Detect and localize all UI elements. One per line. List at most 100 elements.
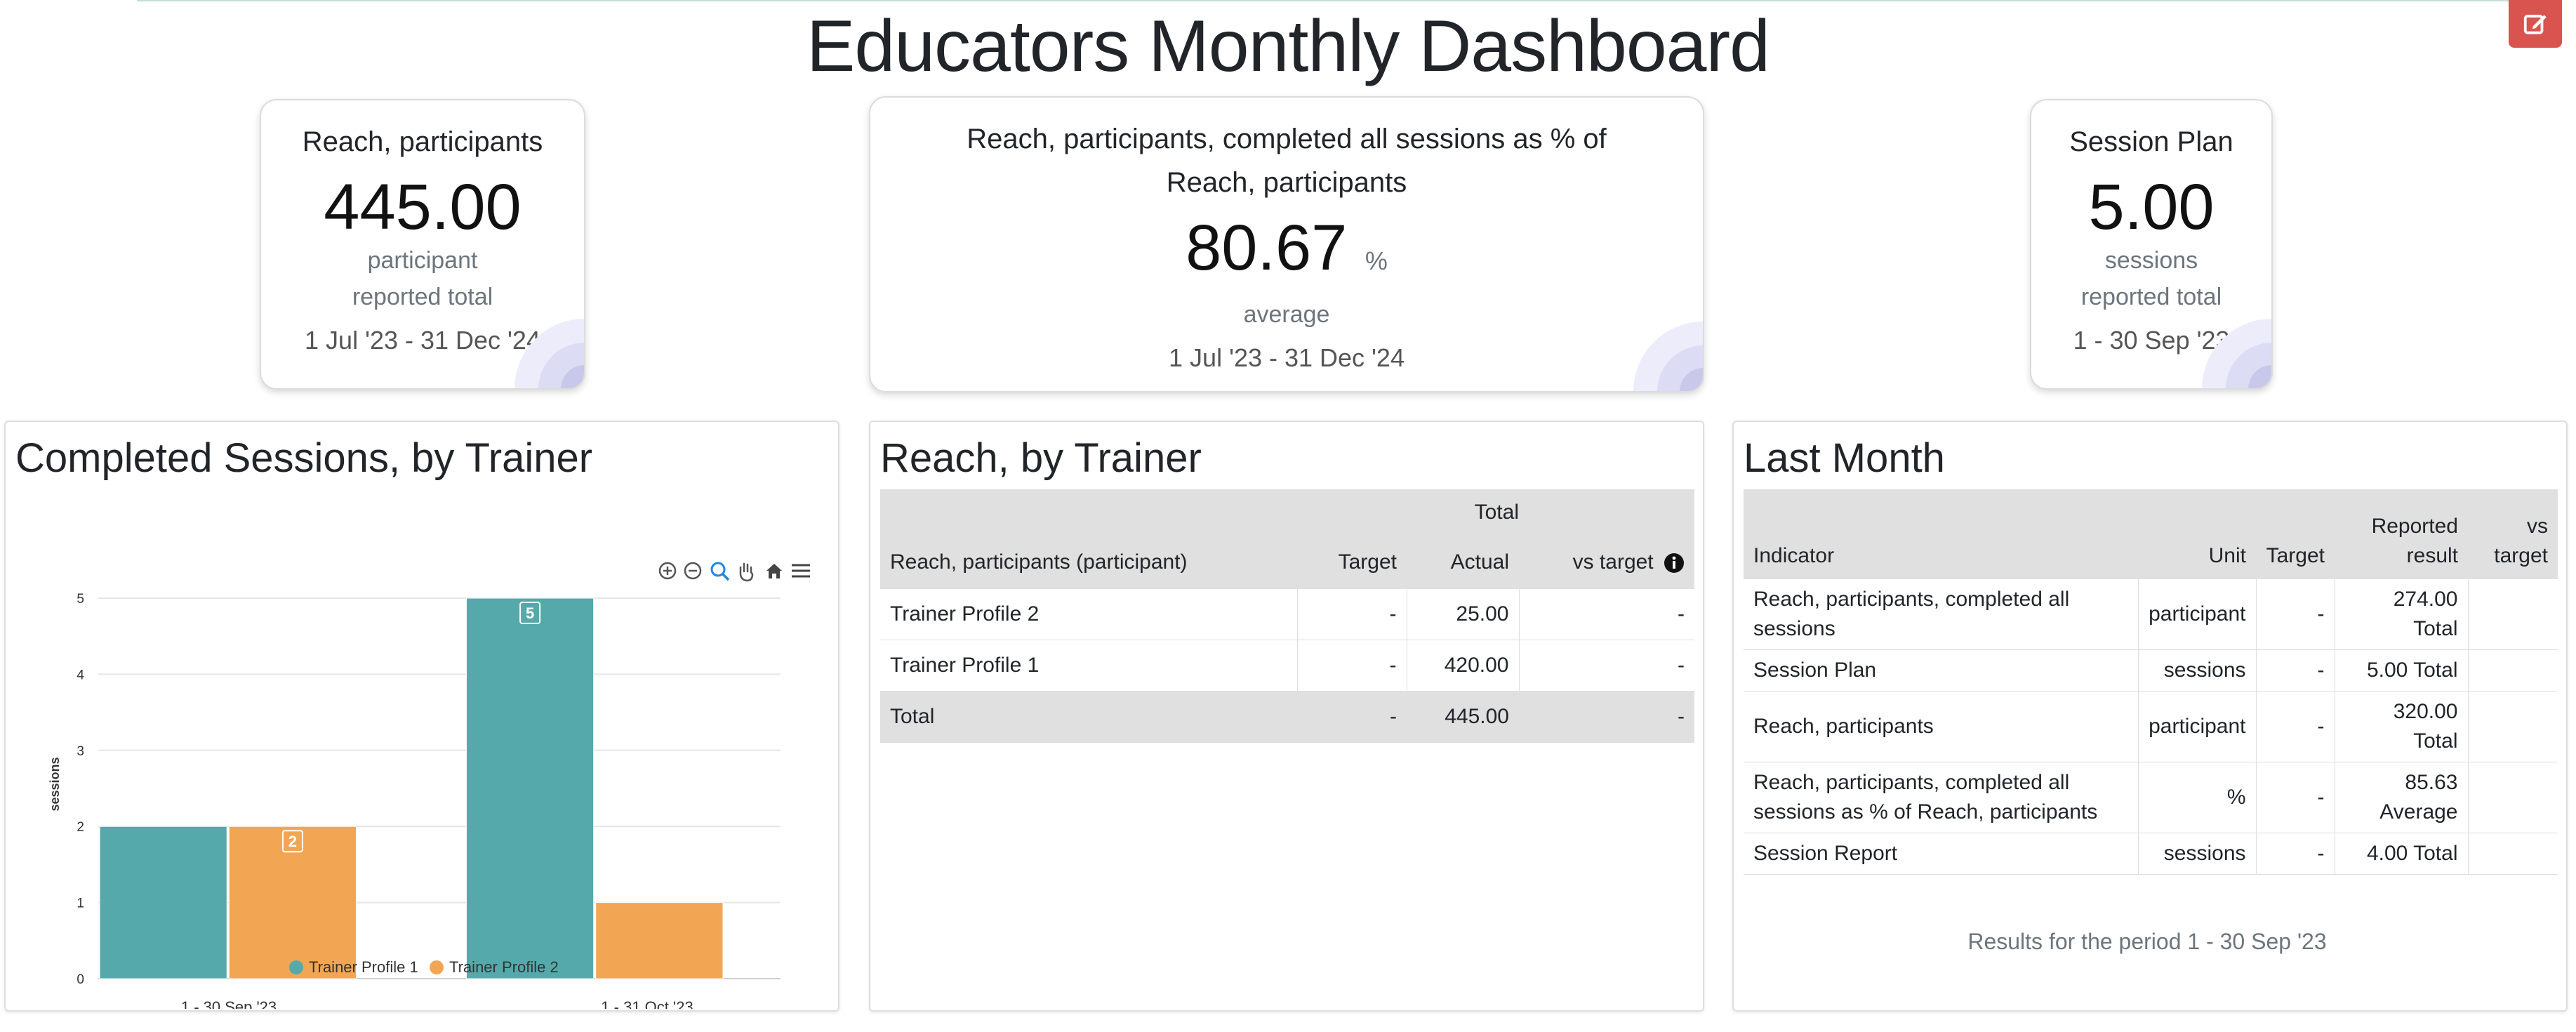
table-row: Reach, participants participant - 320.00… — [1744, 691, 2558, 762]
column-header-actual: Actual — [1450, 550, 1509, 574]
menu-icon[interactable] — [792, 564, 810, 578]
header-line: vs — [2527, 515, 2548, 538]
total-target: - — [1297, 691, 1407, 743]
target-value: - — [2255, 649, 2335, 692]
y-tick-label: 0 — [77, 972, 84, 987]
zoom-in-icon[interactable] — [658, 562, 677, 580]
legend-label: Trainer Profile 2 — [449, 958, 559, 976]
kpi-card-completion-rate: Reach, participants, completed all sessi… — [869, 96, 1704, 392]
kpi-unit: average — [1243, 301, 1330, 328]
panel-title: Last Month — [1744, 435, 1945, 481]
column-header-unit: Unit — [2208, 544, 2246, 567]
magnify-icon[interactable] — [710, 562, 730, 581]
chart-panel: Completed Sessions, by Trainer 0 1 2 3 4… — [4, 421, 839, 1012]
table-row: Trainer Profile 1 - 420.00 - — [880, 640, 1694, 692]
kpi-unit-sub: reported total — [352, 284, 493, 310]
total-row: Total - 445.00 - — [880, 691, 1694, 743]
column-header-indicator: Indicator — [1753, 544, 1835, 567]
column-header-vs-target: vs target — [1519, 536, 1694, 589]
indicator-name: Session Plan — [1744, 649, 2138, 692]
actual-value: 420.00 — [1406, 640, 1519, 692]
unit-value: sessions — [2137, 833, 2256, 875]
vs-target-value: - — [1518, 589, 1694, 640]
total-label: Total — [880, 691, 1297, 743]
indicator-name: Reach, participants, completed all sessi… — [1744, 579, 2138, 650]
kpi-title: Reach, participants — [302, 126, 543, 157]
table-row: Session Plan sessions - 5.00 Total — [1744, 649, 2558, 692]
table-row: Reach, participants, completed all sessi… — [1744, 579, 2558, 650]
unit-value: participant — [2137, 579, 2256, 650]
unit-value: % — [2137, 762, 2256, 833]
group-header-total: Total — [1474, 501, 1519, 524]
kpi-unit: sessions — [2104, 247, 2198, 274]
data-label: 5 — [526, 604, 534, 622]
top-divider — [137, 0, 2509, 1]
kpi-card-reach: Reach, participants 445.00 participant r… — [260, 99, 585, 390]
vs-target-value — [2467, 691, 2558, 762]
bar-1-2[interactable] — [465, 597, 595, 979]
bar-2-2[interactable] — [595, 902, 724, 979]
y-tick-label: 5 — [77, 592, 84, 607]
last-month-panel: Last Month Indicator Unit Target Reporte… — [1732, 421, 2568, 1012]
bar-chart: 0 1 2 3 4 5 1 - 30 Sep '23 1 - 31 Oct '23 5 2 se… — [48, 562, 810, 1009]
panel-title: Completed Sessions, by Trainer — [15, 435, 593, 481]
table-row: Session Report sessions - 4.00 Total — [1744, 833, 2558, 875]
actual-value: 25.00 — [1406, 589, 1519, 640]
total-vs-target: - — [1519, 691, 1694, 743]
x-tick-label: 1 - 30 Sep '23 — [181, 998, 277, 1009]
indicator-name: Reach, participants — [1744, 691, 2138, 762]
bar-1-1[interactable] — [99, 826, 227, 979]
last-month-table: Indicator Unit Target Reported result vs… — [1744, 489, 2558, 875]
column-header-vs-target: vs target — [2468, 489, 2558, 579]
column-header-reported-result: Reported result — [2335, 489, 2468, 579]
target-value: - — [2255, 579, 2335, 650]
vs-target-value: - — [1518, 640, 1694, 692]
decorative-arc-icon — [2202, 319, 2271, 388]
legend-item-trainer-1[interactable]: Trainer Profile 1 — [289, 958, 418, 977]
vs-target-value — [2467, 762, 2558, 833]
y-tick-label: 3 — [77, 744, 84, 759]
kpi-title: Reach, participants, completed all sessi… — [967, 124, 1607, 198]
zoom-out-icon[interactable] — [684, 562, 702, 580]
data-label: 2 — [288, 833, 297, 850]
y-tick-label: 4 — [77, 668, 84, 682]
vs-target-value — [2467, 833, 2558, 875]
column-header-target: Target — [2266, 544, 2325, 567]
info-icon[interactable] — [1664, 553, 1685, 574]
kpi-title: Session Plan — [2069, 126, 2233, 157]
legend-label: Trainer Profile 1 — [309, 958, 418, 976]
column-header-target: Target — [1338, 550, 1397, 574]
kpi-unit-sub: reported total — [2080, 284, 2222, 310]
legend-item-trainer-2[interactable]: Trainer Profile 2 — [430, 958, 559, 977]
kpi-value: 445.00 — [324, 171, 522, 243]
kpi-value: 80.67 — [1186, 212, 1348, 284]
target-value: - — [1297, 589, 1407, 640]
reach-by-trainer-panel: Reach, by Trainer Total Reach, participa… — [869, 421, 1704, 1012]
pan-icon[interactable] — [739, 562, 754, 582]
table-row: Reach, participants, completed all sessi… — [1744, 762, 2558, 833]
kpi-date-range: 1 Jul '23 - 31 Dec '24 — [1169, 343, 1405, 372]
home-icon[interactable] — [766, 564, 782, 578]
x-tick-label: 1 - 31 Oct '23 — [601, 998, 693, 1009]
kpi-unit: participant — [367, 247, 478, 274]
period-footnote: Results for the period 1 - 30 Sep '23 — [1967, 929, 2327, 954]
vs-target-value — [2467, 579, 2558, 650]
indicator-name: Reach, participants, completed all sessi… — [1744, 762, 2138, 833]
trainer-name: Trainer Profile 2 — [880, 589, 1298, 640]
result-value: 4.00 Total — [2334, 833, 2468, 875]
trainer-name: Trainer Profile 1 — [880, 640, 1298, 692]
page-title: Educators Monthly Dashboard — [806, 6, 1770, 87]
target-value: - — [2255, 691, 2335, 762]
header-line: result — [2406, 544, 2458, 567]
result-value: 5.00 Total — [2334, 649, 2468, 692]
legend-marker — [430, 960, 444, 974]
legend-marker — [289, 960, 303, 974]
y-tick-label: 1 — [77, 897, 84, 911]
reach-table: Total Reach, participants (participant) … — [880, 489, 1694, 743]
unit-value: participant — [2137, 691, 2256, 762]
panel-title: Reach, by Trainer — [880, 435, 1202, 481]
header-line: Reported — [2371, 515, 2458, 538]
unit-value: sessions — [2137, 649, 2256, 692]
vs-target-label: vs target — [1572, 550, 1654, 574]
result-value: 320.00 Total — [2334, 691, 2468, 762]
